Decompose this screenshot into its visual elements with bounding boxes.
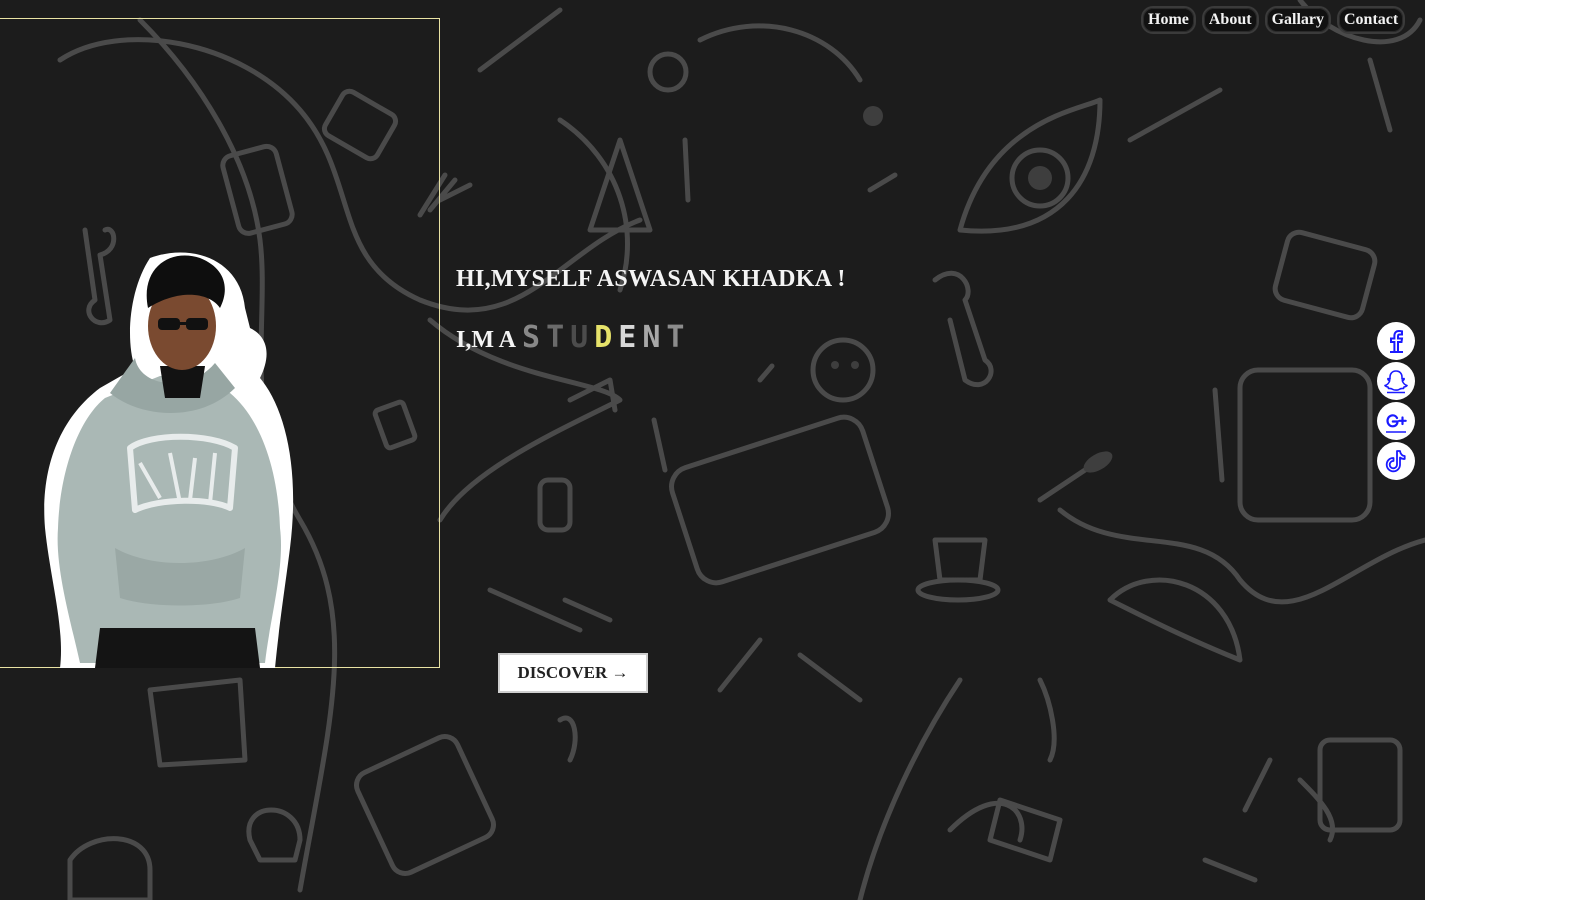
google-plus-icon (1386, 414, 1407, 433)
role-letter: E (618, 320, 643, 355)
snapchat-link[interactable] (1377, 362, 1415, 400)
role-letter: T (666, 320, 691, 355)
nav-about[interactable]: About (1201, 6, 1259, 34)
role-animated-text: S T U D E N T (522, 320, 690, 355)
nav-gallary[interactable]: Gallary (1264, 6, 1331, 34)
google-plus-link[interactable] (1377, 402, 1415, 440)
role-letter: N (642, 320, 667, 355)
role-letter: T (546, 320, 571, 355)
role-prefix: I,M A (456, 327, 516, 353)
hero-section: Home About Gallary Contact HI,MYSELF ASW… (0, 0, 1425, 900)
hero-greeting: HI,MYSELF ASWASAN KHADKA ! (456, 266, 846, 292)
facebook-icon (1390, 329, 1404, 353)
snapchat-icon (1384, 370, 1408, 394)
top-navigation: Home About Gallary Contact (1141, 6, 1406, 34)
tiktok-icon (1385, 450, 1406, 473)
role-line: I,M A S T U D E N T (456, 320, 690, 355)
role-letter: U (570, 320, 595, 355)
discover-button[interactable]: DISCOVER → (500, 655, 646, 691)
nav-contact[interactable]: Contact (1337, 6, 1406, 34)
tiktok-link[interactable] (1377, 442, 1415, 480)
social-links (1377, 322, 1415, 480)
role-letter: S (522, 320, 547, 355)
profile-photo (44, 252, 294, 668)
nav-home[interactable]: Home (1141, 6, 1196, 34)
role-letter: D (594, 320, 619, 355)
facebook-link[interactable] (1377, 322, 1415, 360)
